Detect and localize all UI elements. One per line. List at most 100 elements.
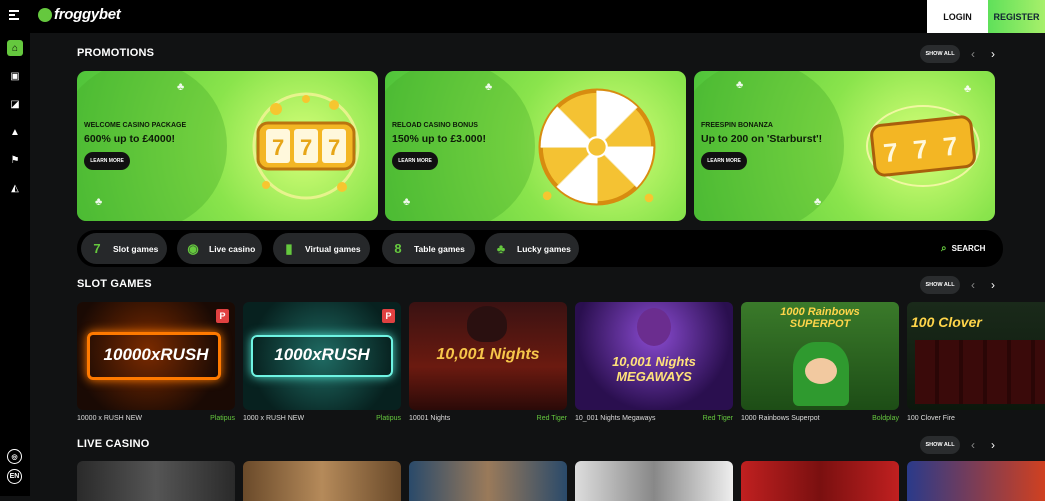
virtual-icon[interactable]: ▲ — [7, 124, 23, 140]
card-icon: ▮ — [285, 240, 293, 256]
clover-icon: ♣ — [485, 81, 493, 93]
game-provider: Platipus — [376, 415, 401, 422]
casino-icon[interactable]: ▣ — [7, 68, 23, 84]
category-label: Table games — [414, 243, 465, 254]
live-game-tile[interactable] — [907, 461, 1045, 501]
provider-badge: P — [382, 309, 395, 323]
seven-icon: 7 — [93, 241, 101, 256]
promo-headline: 150% up to £3.000! — [392, 133, 486, 145]
menu-icon[interactable] — [9, 10, 21, 20]
provider-badge: P — [216, 309, 229, 323]
promotions-next-arrow-icon[interactable]: › — [991, 47, 995, 61]
clover-icon: ♣ — [403, 196, 411, 208]
live-game-tile[interactable] — [409, 461, 567, 501]
flag-icon[interactable]: ⚑ — [7, 152, 23, 168]
game-name[interactable]: 10_001 Nights Megaways — [575, 415, 656, 422]
game-tile[interactable]: 1000 Rainbows SUPERPOT — [741, 302, 899, 410]
sports-icon[interactable]: ◪ — [7, 96, 23, 112]
game-provider: Red Tiger — [702, 415, 733, 422]
category-label: Slot games — [113, 243, 159, 254]
learn-more-button[interactable]: LEARN MORE — [84, 152, 130, 170]
slot-machine-illustration: 7 7 7 — [252, 92, 360, 200]
game-name[interactable]: 1000 x RUSH NEW — [243, 415, 304, 422]
prize-wheel-illustration — [538, 88, 656, 206]
top-bar: froggybet LOGIN REGISTER — [0, 0, 1045, 33]
svg-text:7: 7 — [300, 135, 312, 160]
search-label: SEARCH — [951, 244, 986, 253]
promotions-prev-arrow-icon[interactable]: ‹ — [971, 47, 975, 61]
game-provider: Red Tiger — [536, 415, 567, 422]
game-art-text: 1000xRUSH — [274, 345, 370, 364]
game-tile[interactable]: 10000xRUSH P — [77, 302, 235, 410]
clover-icon: ♣ — [496, 241, 506, 256]
game-tile[interactable]: 10,001 Nights MEGAWAYS — [575, 302, 733, 410]
game-provider: Boldplay — [872, 415, 899, 422]
category-table-games[interactable]: 8 Table games — [382, 233, 475, 264]
category-slot-games[interactable]: 7 Slot games — [81, 233, 167, 264]
promo-card[interactable]: ♣ ♣ RELOAD CASINO BONUS 150% up to £3.00… — [385, 71, 686, 221]
game-tile[interactable]: 10,001 Nights — [409, 302, 567, 410]
live-game-tile[interactable] — [243, 461, 401, 501]
game-art-text: 10000xRUSH — [103, 345, 209, 364]
login-button[interactable]: LOGIN — [927, 0, 988, 33]
game-tile[interactable]: 100 Clover — [907, 302, 1045, 410]
promo-subtitle: FREESPIN BONANZA — [701, 122, 773, 129]
slot-games-show-all-button[interactable]: SHOW ALL — [920, 276, 960, 294]
promo-card[interactable]: ♣ ♣ ♣ FREESPIN BONANZA Up to 200 on 'Sta… — [694, 71, 995, 221]
game-art-text: 10,001 Nights MEGAWAYS — [612, 354, 696, 384]
live-casino-title: LIVE CASINO — [77, 438, 150, 450]
slot-games-prev-arrow-icon[interactable]: ‹ — [971, 278, 975, 292]
game-provider: Platipus — [210, 415, 235, 422]
category-label: Virtual games — [305, 243, 361, 254]
game-name[interactable]: 1000 Rainbows Superpot — [741, 415, 820, 422]
category-label: Live casino — [209, 243, 256, 254]
slot-games-title: SLOT GAMES — [77, 278, 152, 290]
promo-subtitle: WELCOME CASINO PACKAGE — [84, 122, 187, 129]
megaphone-icon[interactable]: ◭ — [7, 180, 23, 196]
learn-more-button[interactable]: LEARN MORE — [701, 152, 747, 170]
promo-subtitle: RELOAD CASINO BONUS — [392, 122, 478, 129]
clover-icon: ♣ — [814, 196, 822, 208]
promotions-title: PROMOTIONS — [77, 47, 155, 59]
frog-icon — [38, 7, 52, 22]
clover-icon: ♣ — [177, 81, 185, 93]
chip-icon: ◉ — [187, 240, 199, 256]
promo-card[interactable]: ♣ ♣ WELCOME CASINO PACKAGE 600% up to £4… — [77, 71, 378, 221]
game-art-text: 1000 Rainbows SUPERPOT — [780, 306, 860, 330]
brand-name: froggybet — [54, 6, 121, 23]
search-icon: ⌕ — [941, 243, 947, 254]
slot-reels-illustration: 777 — [866, 105, 980, 187]
category-label: Lucky games — [517, 243, 571, 254]
category-virtual-games[interactable]: ▮ Virtual games — [273, 233, 370, 264]
live-game-tile[interactable] — [77, 461, 235, 501]
learn-more-button[interactable]: LEARN MORE — [392, 152, 438, 170]
clover-icon: ♣ — [736, 79, 744, 91]
sidebar: ⌂ ▣ ◪ ▲ ⚑ ◭ ◎ EN — [0, 33, 30, 496]
live-game-tile[interactable] — [741, 461, 899, 501]
language-switch[interactable]: EN — [7, 469, 22, 484]
clover-icon: ♣ — [95, 196, 103, 208]
game-art-text: 100 Clover — [911, 314, 982, 330]
game-name[interactable]: 100 Clover Fire — [907, 415, 955, 422]
support-icon[interactable]: ◎ — [7, 449, 22, 464]
register-button[interactable]: REGISTER — [988, 0, 1045, 33]
svg-text:7: 7 — [272, 135, 284, 160]
live-casino-prev-arrow-icon[interactable]: ‹ — [971, 438, 975, 452]
category-live-casino[interactable]: ◉ Live casino — [177, 233, 262, 264]
game-name[interactable]: 10001 Nights — [409, 415, 450, 422]
category-bar: 7 Slot games ◉ Live casino ▮ Virtual gam… — [77, 230, 1003, 267]
game-tile[interactable]: 1000xRUSH P — [243, 302, 401, 410]
live-casino-next-arrow-icon[interactable]: › — [991, 438, 995, 452]
game-art-text: 10,001 Nights — [436, 346, 540, 363]
svg-text:7: 7 — [328, 135, 340, 160]
promotions-show-all-button[interactable]: SHOW ALL — [920, 45, 960, 63]
home-icon[interactable]: ⌂ — [7, 40, 23, 56]
brand-logo[interactable]: froggybet — [38, 6, 121, 23]
search-button[interactable]: ⌕ SEARCH — [941, 243, 985, 254]
live-game-tile[interactable] — [575, 461, 733, 501]
promo-headline: Up to 200 on 'Starburst'! — [701, 133, 823, 145]
live-casino-show-all-button[interactable]: SHOW ALL — [920, 436, 960, 454]
game-name[interactable]: 10000 x RUSH NEW — [77, 415, 142, 422]
slot-games-next-arrow-icon[interactable]: › — [991, 278, 995, 292]
category-lucky-games[interactable]: ♣ Lucky games — [485, 233, 579, 264]
